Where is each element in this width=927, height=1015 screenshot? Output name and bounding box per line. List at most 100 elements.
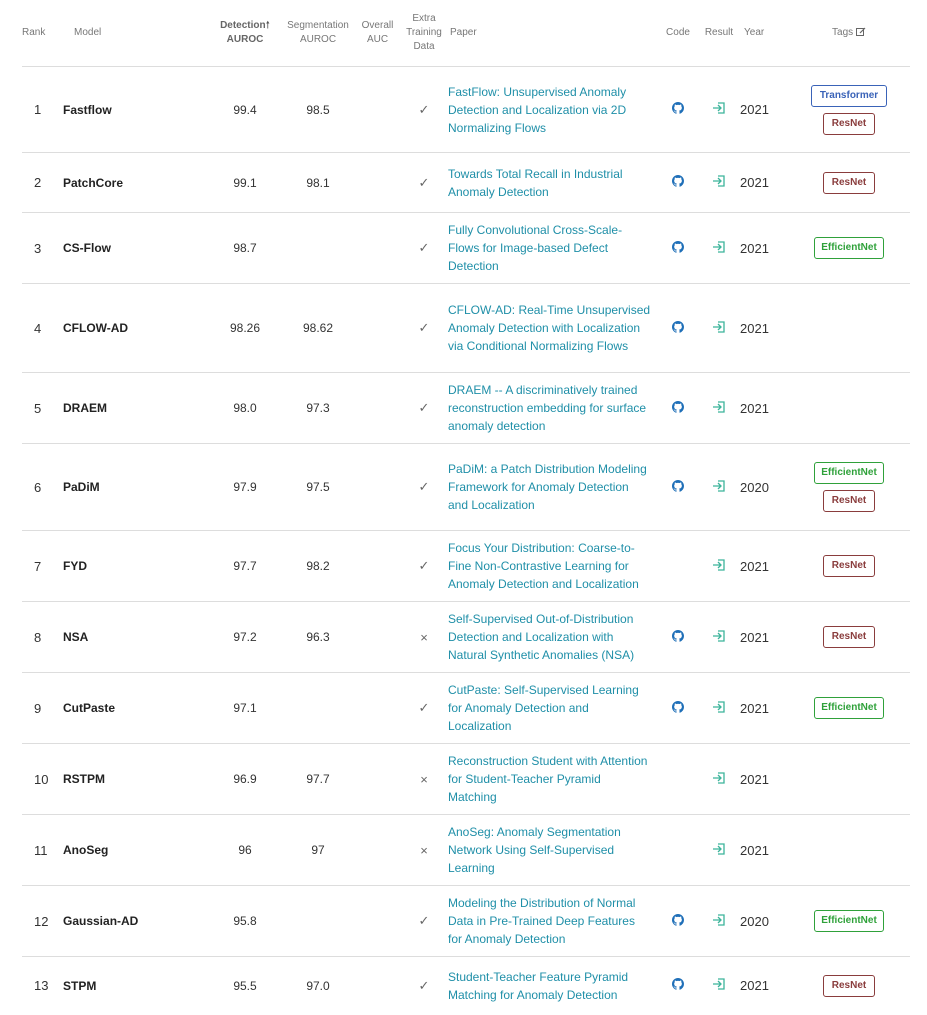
github-icon[interactable]	[672, 479, 684, 492]
paper-cell: CutPaste: Self-Supervised Learning for A…	[448, 672, 658, 744]
detection-auroc-cell: 97.1	[209, 672, 281, 744]
header-rank[interactable]: Rank	[22, 0, 59, 67]
github-icon[interactable]	[672, 240, 684, 253]
table-row[interactable]: 5 DRAEM 98.0 97.3 ✓ DRAEM -- A discriminative…	[22, 372, 910, 444]
table-row[interactable]: 1 Fastflow 99.4 98.5 ✓ FastFlow: Unsupervised…	[22, 66, 910, 153]
result-link-icon[interactable]	[712, 175, 726, 187]
paper-link[interactable]: Towards Total Recall in Industrial Anoma…	[448, 167, 623, 199]
rank-cell: 1	[22, 66, 59, 153]
paper-link[interactable]: AnoSeg: Anomaly Segmentation Network Usi…	[448, 825, 621, 875]
model-name-cell[interactable]: Gaussian-AD	[59, 885, 209, 957]
result-link-icon[interactable]	[712, 479, 726, 492]
result-link-icon[interactable]	[712, 771, 726, 784]
paper-link[interactable]: DRAEM -- A discriminatively trained reco…	[448, 383, 646, 433]
github-icon[interactable]	[672, 700, 684, 713]
model-name-cell[interactable]: AnoSeg	[59, 814, 209, 886]
model-name-cell[interactable]: PaDiM	[59, 443, 209, 531]
paper-link[interactable]: Focus Your Distribution: Coarse-to-Fine …	[448, 541, 639, 591]
header-detection-auroc[interactable]: Detection🠕 AUROC	[209, 0, 281, 67]
table-row[interactable]: 10 RSTPM 96.9 97.7 × Reconstruction Student w…	[22, 743, 910, 815]
tag-badge-transformer[interactable]: Transformer	[810, 84, 888, 107]
tag-badge-efficientnet[interactable]: EfficientNet	[814, 697, 884, 719]
tags-cell: EfficientNet	[788, 212, 910, 284]
result-link-icon[interactable]	[712, 978, 726, 990]
github-icon[interactable]	[672, 102, 684, 114]
paper-link[interactable]: CFLOW-AD: Real-Time Unsupervised Anomaly…	[448, 303, 650, 353]
result-link-icon[interactable]	[712, 240, 726, 253]
tag-badge-resnet[interactable]: ResNet	[822, 974, 876, 997]
model-name-cell[interactable]: RSTPM	[59, 743, 209, 815]
table-row[interactable]: 2 PatchCore 99.1 98.1 ✓ Towards Total Recall …	[22, 152, 910, 213]
leaderboard-table: Rank Model Detection🠕 AUROC Segmentation…	[22, 0, 910, 1015]
paper-link[interactable]: CutPaste: Self-Supervised Learning for A…	[448, 683, 639, 733]
table-row[interactable]: 4 CFLOW-AD 98.26 98.62 ✓ CFLOW-AD: Real-Time …	[22, 283, 910, 373]
header-segmentation-auroc[interactable]: Segmentation AUROC	[281, 0, 355, 67]
result-link-icon[interactable]	[712, 700, 726, 713]
paper-link[interactable]: PaDiM: a Patch Distribution Modeling Fra…	[448, 462, 647, 512]
edit-icon[interactable]	[855, 27, 866, 37]
overall-auc-cell	[355, 530, 400, 602]
extra-training-data-cell: ✓	[400, 66, 448, 153]
result-link-icon[interactable]	[712, 400, 726, 413]
result-link-icon[interactable]	[712, 558, 726, 571]
extra-training-data-cell: ✓	[400, 672, 448, 744]
paper-link[interactable]: Reconstruction Student with Attention fo…	[448, 754, 647, 804]
model-name-cell[interactable]: DRAEM	[59, 372, 209, 444]
paper-link[interactable]: Self-Supervised Out-of-Distribution Dete…	[448, 612, 634, 662]
model-name-cell[interactable]: PatchCore	[59, 152, 209, 213]
result-link-icon[interactable]	[712, 102, 726, 114]
table-row[interactable]: 13 STPM 95.5 97.0 ✓ Student-Teacher Feature P…	[22, 956, 910, 1015]
tag-badge-resnet[interactable]: ResNet	[822, 555, 876, 577]
table-row[interactable]: 7 FYD 97.7 98.2 ✓ Focus Your Distribution: Co…	[22, 530, 910, 602]
segmentation-auroc-cell: 96.3	[281, 601, 355, 673]
header-extra-training-data[interactable]: Extra Training Data	[400, 0, 448, 67]
result-link-icon[interactable]	[712, 913, 726, 926]
overall-auc-cell	[355, 283, 400, 373]
paper-link[interactable]: FastFlow: Unsupervised Anomaly Detection…	[448, 85, 626, 135]
model-name-cell[interactable]: FYD	[59, 530, 209, 602]
overall-auc-cell	[355, 443, 400, 531]
paper-cell: Towards Total Recall in Industrial Anoma…	[448, 152, 658, 213]
result-link-icon[interactable]	[712, 629, 726, 642]
table-row[interactable]: 12 Gaussian-AD 95.8 ✓ Modeling the Distribut…	[22, 885, 910, 957]
tag-badge-resnet[interactable]: ResNet	[822, 112, 876, 135]
model-name-cell[interactable]: CS-Flow	[59, 212, 209, 284]
header-model[interactable]: Model	[59, 0, 209, 67]
github-icon[interactable]	[672, 629, 684, 642]
tag-badge-resnet[interactable]: ResNet	[822, 626, 876, 648]
result-link-icon[interactable]	[712, 320, 726, 333]
model-name-cell[interactable]: CFLOW-AD	[59, 283, 209, 373]
result-cell	[698, 152, 740, 213]
table-row[interactable]: 6 PaDiM 97.9 97.5 ✓ PaDiM: a Patch Distributi…	[22, 443, 910, 531]
paper-link[interactable]: Fully Convolutional Cross-Scale-Flows fo…	[448, 223, 622, 273]
table-row[interactable]: 8 NSA 97.2 96.3 × Self-Supervised Out-of-Dist…	[22, 601, 910, 673]
header-year[interactable]: Year	[740, 0, 788, 67]
model-name-cell[interactable]: STPM	[59, 956, 209, 1015]
result-link-icon[interactable]	[712, 842, 726, 855]
table-row[interactable]: 3 CS-Flow 98.7 ✓ Fully Convolutional Cross-S…	[22, 212, 910, 284]
table-row[interactable]: 11 AnoSeg 96 97 × AnoSeg: Anomaly Segmentatio…	[22, 814, 910, 886]
rank-cell: 9	[22, 672, 59, 744]
model-name-cell[interactable]: CutPaste	[59, 672, 209, 744]
github-icon[interactable]	[672, 175, 684, 187]
detection-auroc-cell: 98.7	[209, 212, 281, 284]
github-icon[interactable]	[672, 913, 684, 926]
code-cell	[658, 885, 698, 957]
tag-badge-efficientnet[interactable]: EfficientNet	[814, 462, 884, 484]
tag-badge-efficientnet[interactable]: EfficientNet	[814, 237, 884, 259]
tag-badge-resnet[interactable]: ResNet	[822, 171, 876, 194]
table-row[interactable]: 9 CutPaste 97.1 ✓ CutPaste: Self-Supervised …	[22, 672, 910, 744]
paper-link[interactable]: Student-Teacher Feature Pyramid Matching…	[448, 970, 628, 1002]
header-overall-auc[interactable]: Overall AUC	[355, 0, 400, 67]
model-name-cell[interactable]: NSA	[59, 601, 209, 673]
model-name-cell[interactable]: Fastflow	[59, 66, 209, 153]
github-icon[interactable]	[672, 400, 684, 413]
github-icon[interactable]	[672, 320, 684, 333]
paper-link[interactable]: Modeling the Distribution of Normal Data…	[448, 896, 635, 946]
detection-auroc-cell: 95.5	[209, 956, 281, 1015]
github-icon[interactable]	[672, 978, 684, 990]
tag-badge-resnet[interactable]: ResNet	[822, 490, 876, 512]
code-cell	[658, 672, 698, 744]
header-paper-label: Paper	[450, 27, 477, 38]
tag-badge-efficientnet[interactable]: EfficientNet	[814, 910, 884, 932]
